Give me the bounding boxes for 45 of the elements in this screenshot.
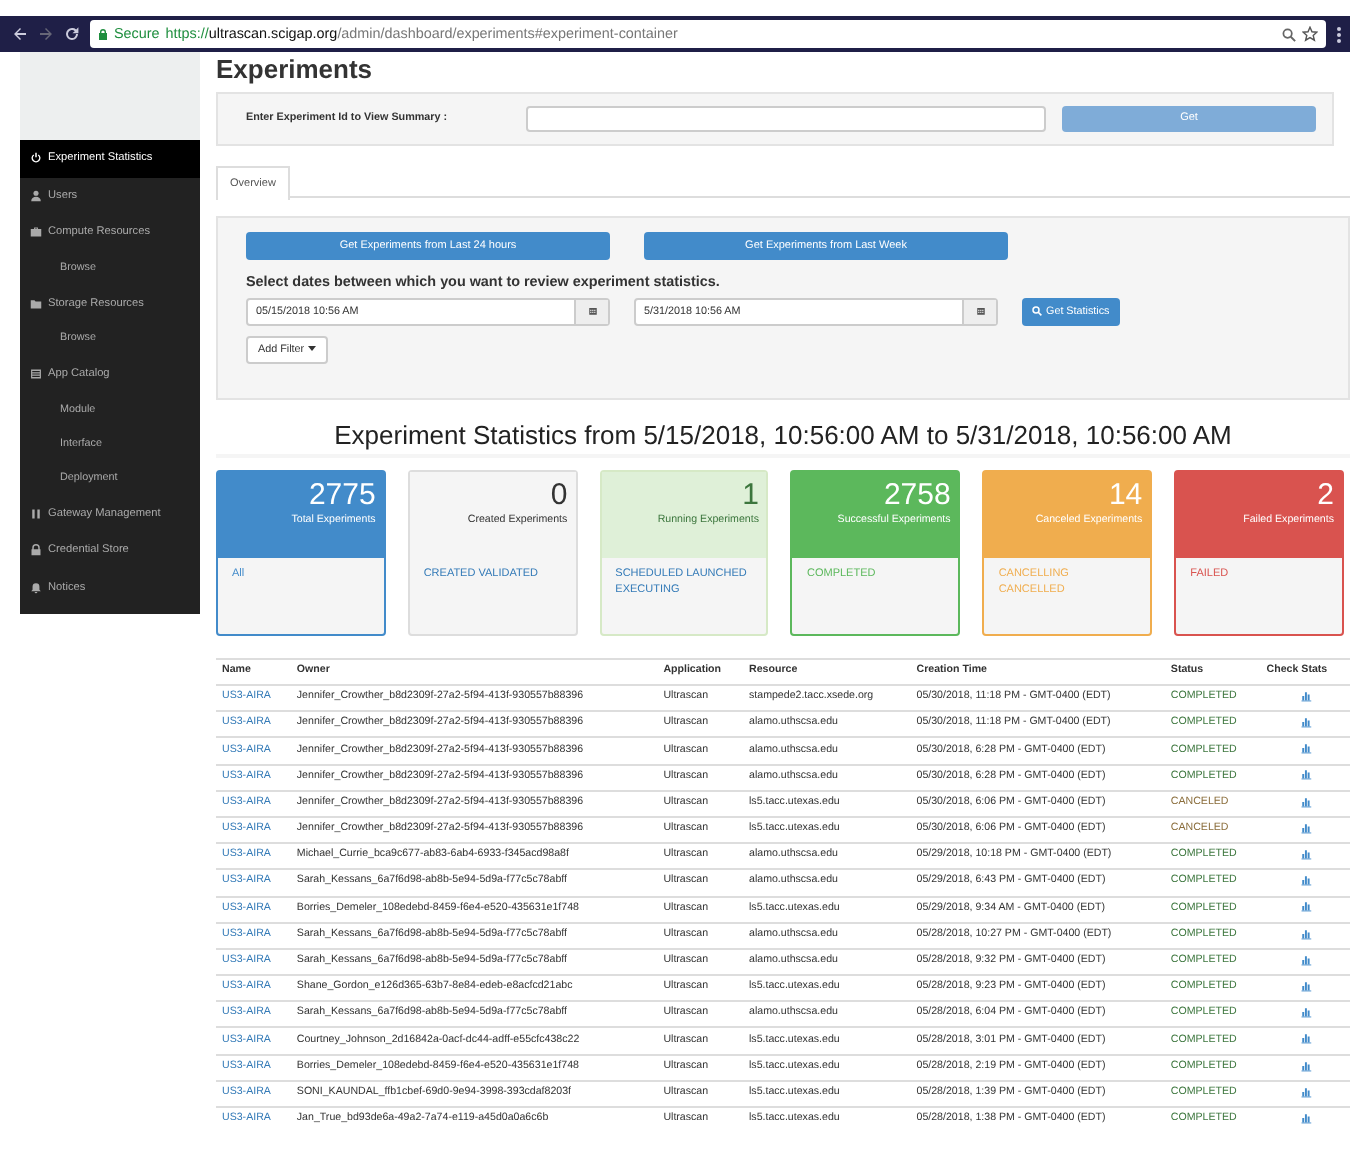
page-title: Experiments	[216, 52, 375, 86]
star-icon[interactable]	[1302, 26, 1318, 42]
experiment-id-field[interactable]	[526, 106, 1046, 132]
folder-icon	[30, 297, 42, 310]
chart-icon[interactable]	[1299, 1032, 1312, 1045]
caret-icon	[308, 346, 317, 353]
chart-icon[interactable]	[1299, 821, 1312, 834]
chart-icon[interactable]	[1299, 874, 1312, 887]
chart-icon[interactable]	[1299, 768, 1312, 781]
bell-icon	[30, 581, 42, 594]
briefcase-icon	[30, 226, 42, 239]
list-icon	[30, 368, 42, 381]
chart-icon[interactable]	[1299, 1112, 1312, 1125]
statistics-heading: Experiment Statistics from 5/15/2018, 10:56:00 AM to 5/31/2018, 10:56:00 AM	[216, 414, 1350, 458]
stat-count: 1	[740, 478, 759, 512]
power-icon	[30, 152, 42, 165]
back-icon[interactable]	[12, 26, 28, 42]
lock-icon	[98, 28, 108, 40]
stat-count: 2775	[306, 478, 376, 512]
stat-count: 2	[1315, 478, 1334, 512]
chart-icon[interactable]	[1299, 1006, 1312, 1019]
stat-count: 2758	[881, 478, 951, 512]
chart-icon[interactable]	[1299, 795, 1312, 808]
lock-icon	[30, 544, 42, 557]
chart-icon[interactable]	[1299, 979, 1312, 992]
chart-icon[interactable]	[1299, 927, 1312, 940]
chart-icon[interactable]	[1299, 953, 1312, 966]
chart-icon[interactable]	[1299, 900, 1312, 913]
reload-icon[interactable]	[64, 26, 80, 42]
chart-icon[interactable]	[1299, 716, 1312, 729]
chart-icon[interactable]	[1299, 689, 1312, 702]
stat-count: 0	[548, 478, 568, 512]
chart-icon[interactable]	[1299, 848, 1312, 861]
chart-icon[interactable]	[1299, 1059, 1312, 1072]
bars-icon	[30, 507, 42, 520]
chart-icon[interactable]	[1299, 1085, 1312, 1098]
calendar-icon[interactable]	[587, 306, 597, 317]
chart-icon[interactable]	[1299, 742, 1312, 755]
search-icon	[1032, 306, 1042, 317]
search-icon[interactable]	[1282, 27, 1296, 41]
menu-icon[interactable]	[1336, 25, 1342, 43]
calendar-icon[interactable]	[975, 306, 985, 317]
stat-count: 14	[1106, 478, 1143, 512]
forward-icon[interactable]	[38, 26, 54, 42]
user-icon	[30, 189, 42, 202]
